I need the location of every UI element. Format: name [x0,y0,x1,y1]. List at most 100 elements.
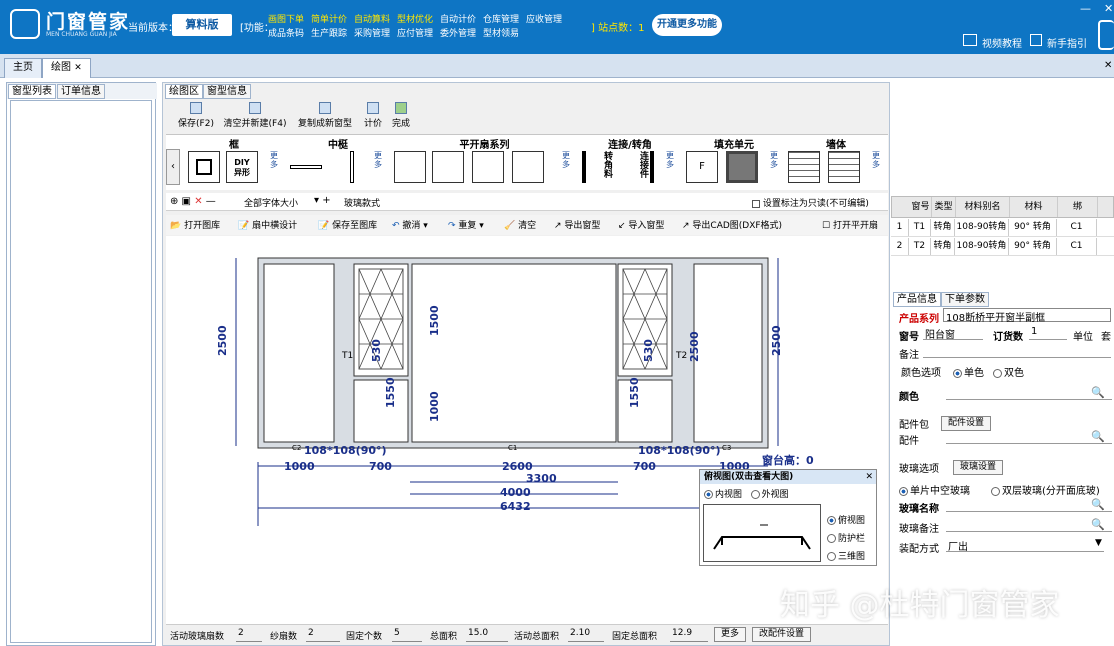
mid-transom-design-button[interactable]: 📝 扇中横设计 [238,218,297,231]
dim-6432[interactable]: 6432 [500,500,531,513]
series-field[interactable]: 108断桥平开窗半副框 [943,308,1111,324]
search-icon[interactable]: 🔍 [1091,430,1105,443]
install-method-select[interactable]: 厂出 [946,538,1104,553]
function-item[interactable]: 应收管理 [526,12,562,25]
casement-tile-1[interactable] [394,151,426,183]
price-button[interactable]: 计价 [362,100,384,129]
more-fill-link[interactable]: 更多 [770,151,780,169]
hardware-settings-button[interactable]: 改配件设置 [752,627,812,642]
guide-link[interactable]: 新手指引 [1047,35,1087,50]
tab-draw[interactable]: 绘图 ✕ [42,58,91,78]
unit-value[interactable]: 套 [1101,328,1111,343]
search-icon[interactable]: 🔍 [1091,386,1105,399]
single-color-radio[interactable]: 单色 [953,364,984,379]
height-dim-left[interactable]: 2500 [216,325,229,356]
dim-1550-right[interactable]: 1550 [628,377,641,408]
tab-order-params[interactable]: 下单参数 [941,292,989,307]
tab-window-list[interactable]: 窗型列表 [8,84,56,99]
more-frame-link[interactable]: 更多 [270,151,280,169]
chevron-down-icon[interactable]: ▼ [1095,538,1102,548]
double-color-radio[interactable]: 双色 [993,364,1024,379]
font-size-dropdown-icon[interactable]: ▾ + [314,195,331,206]
inner-view-radio[interactable]: 内视图 [704,490,742,500]
chevron-left-icon[interactable]: ‹ [166,149,180,185]
dim-530-left[interactable]: 530 [370,339,383,362]
save-library-button[interactable]: 📝 保存至图库 [318,218,377,231]
function-item[interactable]: 委外管理 [440,26,476,39]
more-casement-link[interactable]: 更多 [562,151,572,169]
preview-window[interactable]: 俯视图(双击查看大图) ✕ 内视图 外视图 俯视图 防护栏 三维图 [699,469,877,566]
3d-view-radio[interactable]: 三维图 [827,548,865,566]
sill-height[interactable]: 窗台高：0 [762,453,814,467]
tab-home[interactable]: 主页 [4,58,42,78]
height-dim-right[interactable]: 2500 [770,325,783,356]
outer-view-radio[interactable]: 外视图 [750,490,789,500]
function-item[interactable]: 应付管理 [397,26,433,39]
qty-field[interactable]: 1 [1029,326,1067,340]
dim-2500-inner[interactable]: 2500 [688,331,701,362]
copy-new-button[interactable]: 复制成新窗型 [296,100,354,129]
table-row[interactable]: 2T2转角料108-90转角90° 转角C1 [891,238,1114,256]
settings-icon[interactable] [1098,20,1114,50]
video-tutorial-link[interactable]: 视频教程 [982,35,1022,50]
corner-material-tile[interactable]: 转角料 [582,151,614,183]
function-item[interactable]: 自动计价 [440,12,476,25]
glass-name-field[interactable] [946,498,1112,512]
dim-530-right[interactable]: 530 [642,339,655,362]
option-icons[interactable]: ⊕ ▣ ✕ — [170,196,216,207]
open-casement-checkbox[interactable]: ☐ 打开平开扇 [822,218,878,231]
window-list[interactable] [10,100,152,643]
brick-wall-tile-2[interactable] [828,151,860,183]
dim-3300[interactable]: 3300 [526,472,557,485]
horizontal-dimension[interactable]: 1000 [284,460,315,473]
function-item[interactable]: 自动算料 [354,12,390,25]
casement-tile-2[interactable] [432,151,464,183]
close-icon[interactable]: ✕ [74,63,82,73]
more-connect-link[interactable]: 更多 [666,151,676,169]
horizontal-mullion-tile[interactable] [290,151,322,183]
diy-shape-tile[interactable]: DIY 异形 [226,151,258,183]
function-item[interactable]: 采购管理 [354,26,390,39]
guard-view-radio[interactable]: 防护栏 [827,530,865,548]
glass-remark-field[interactable] [946,518,1112,532]
more-button[interactable]: 更多 [714,627,747,642]
single-glass-radio[interactable]: 单片中空玻璃 [899,482,970,497]
total-area-value[interactable]: 15.0 [466,628,508,642]
corner-spec-right[interactable]: 108*108(90°) [638,444,721,457]
export-window-button[interactable]: ↗ 导出窗型 [554,218,600,231]
function-item[interactable]: 生产跟踪 [311,26,347,39]
grid-header-cell[interactable]: 材料别名 [956,197,1010,217]
window-no-field[interactable]: 阳台窗 [923,326,983,341]
glass-sash-value[interactable]: 2 [236,628,262,642]
font-size-select[interactable]: 全部字体大小 [244,196,298,209]
fill-panel-tile[interactable] [726,151,758,183]
import-window-button[interactable]: ↙ 导入窗型 [618,218,664,231]
search-icon[interactable]: 🔍 [1091,498,1105,511]
corner-spec-left[interactable]: 108*108(90°) [304,444,387,457]
tab-product-info[interactable]: 产品信息 [893,292,941,307]
function-item[interactable]: 画图下单 [268,12,304,25]
function-item[interactable]: 型材领易 [483,26,519,39]
tab-window-info[interactable]: 窗型信息 [203,84,251,99]
done-button[interactable]: 完成 [390,100,412,129]
redo-button[interactable]: ↷ 重复 ▾ [448,218,484,231]
frame-tile[interactable] [188,151,220,183]
close-icon[interactable]: ✕ [1104,2,1113,15]
casement-tile-4[interactable] [512,151,544,183]
save-button[interactable]: 保存(F2) [176,100,216,129]
color-field[interactable] [946,386,1112,400]
vertical-mullion-tile[interactable] [336,151,368,183]
function-item[interactable]: 型材优化 [397,12,433,25]
fixed-area-value[interactable]: 12.9 [670,628,708,642]
brick-wall-tile[interactable] [788,151,820,183]
close-icon[interactable]: ✕ [865,470,876,484]
dim-4000[interactable]: 4000 [500,486,531,499]
hardware-field[interactable] [946,430,1112,444]
function-item[interactable]: 简单计价 [311,12,347,25]
table-row[interactable]: 1T1转角料108-90转角90° 转角C1 [891,219,1114,237]
undo-button[interactable]: ↶ 撤消 ▾ [392,218,428,231]
fill-f-tile[interactable]: F [686,151,718,183]
hardware-settings-btn[interactable]: 配件设置 [941,416,992,431]
connector-tile[interactable]: 连接件 [622,151,654,183]
open-library-button[interactable]: 📂 打开图库 [170,218,220,231]
